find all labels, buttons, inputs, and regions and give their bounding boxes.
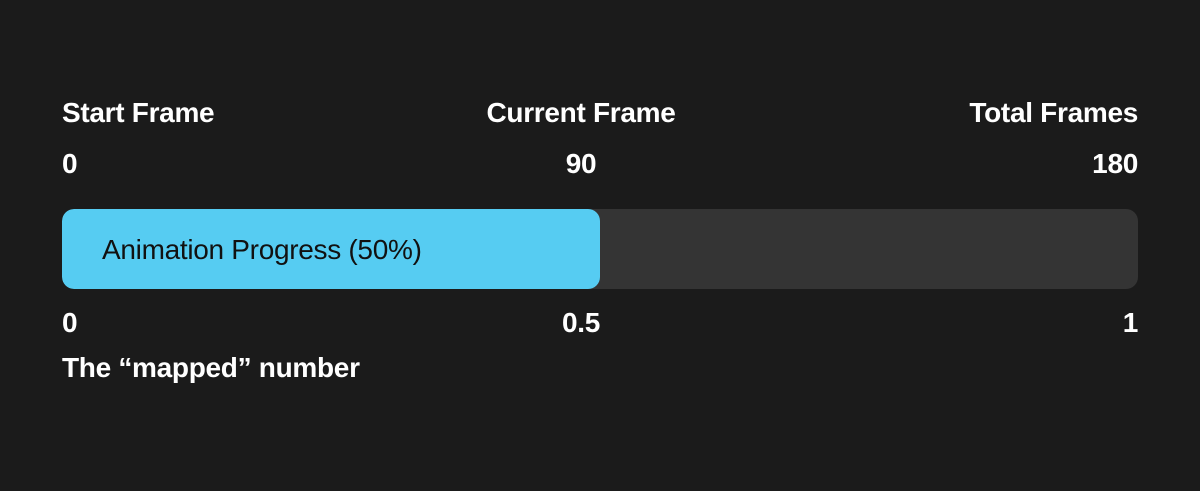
mapped-number-caption: The “mapped” number	[62, 352, 360, 383]
total-frames-value: 180	[1092, 148, 1138, 179]
start-frame-value: 0	[62, 148, 78, 179]
progress-fill: Animation Progress (50%)	[62, 209, 600, 289]
mapped-mid-value: 0.5	[561, 307, 601, 338]
start-frame-label: Start Frame	[62, 97, 215, 128]
current-frame-value: 90	[565, 148, 597, 179]
mapped-max-value: 1	[1122, 307, 1139, 338]
progress-label: Animation Progress (50%)	[102, 234, 422, 265]
mapped-min-value: 0	[62, 307, 78, 338]
total-frames-label: Total Frames	[969, 97, 1138, 128]
progress-track: Animation Progress (50%)	[62, 209, 1138, 289]
current-frame-label: Current Frame	[486, 97, 676, 128]
